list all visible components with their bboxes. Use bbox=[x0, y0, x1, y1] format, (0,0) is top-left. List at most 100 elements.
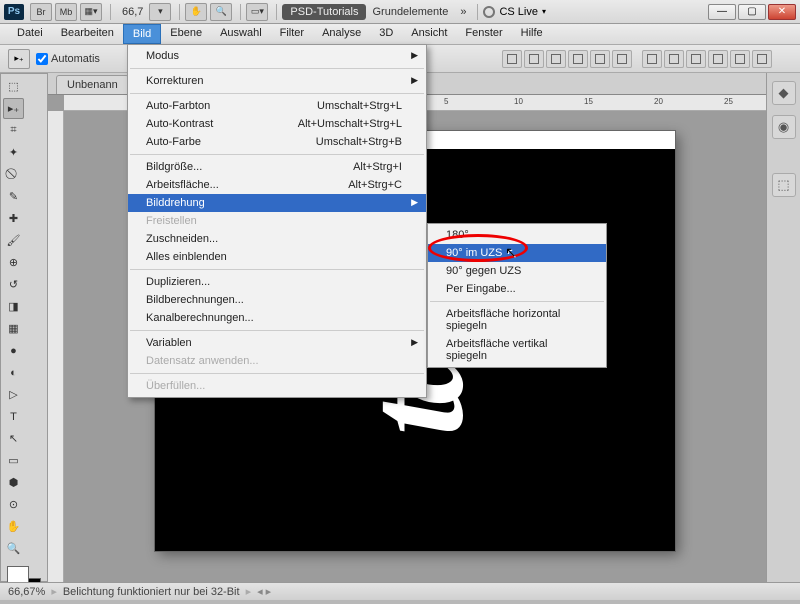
screen-mode-btn[interactable]: ▭▾ bbox=[246, 3, 268, 21]
toolbox: ⬚ ▸₊ ⌗ ✦ ⃠ ✎ ✚ 🖌 ⊕ ↺ ◨ ▦ ● ◐ ▷ T ↖ ▭ ⬢ ⊙… bbox=[0, 73, 48, 582]
eyedropper-tool[interactable]: ✎ bbox=[3, 186, 24, 207]
blur-tool[interactable]: ● bbox=[3, 340, 24, 361]
title-bar: Ps Br Mb ▦▾ 66,7 ▾ ✋ 🔍 ▭▾ PSD-Tutorials … bbox=[0, 0, 800, 24]
bilddrehung-item[interactable]: 90° gegen UZS bbox=[428, 262, 606, 280]
bild-menu-item[interactable]: Kanalberechnungen... bbox=[128, 309, 426, 327]
3d-cam-tool[interactable]: ⊙ bbox=[3, 494, 24, 515]
tool-preset[interactable]: ▸₊ bbox=[8, 49, 30, 69]
bilddrehung-item[interactable]: Arbeitsfläche horizontal spiegeln bbox=[428, 305, 606, 335]
minibridge-btn[interactable]: Mb bbox=[55, 3, 77, 21]
align-btn[interactable] bbox=[524, 50, 544, 68]
align-btn[interactable] bbox=[502, 50, 522, 68]
zoom-btn[interactable]: 🔍 bbox=[210, 3, 232, 21]
menu-analyse[interactable]: Analyse bbox=[313, 24, 370, 44]
menu-auswahl[interactable]: Auswahl bbox=[211, 24, 271, 44]
bild-menu-item[interactable]: Bildgröße...Alt+Strg+I bbox=[128, 158, 426, 176]
align-btn[interactable] bbox=[664, 50, 684, 68]
align-btn[interactable] bbox=[546, 50, 566, 68]
brush-tool[interactable]: 🖌 bbox=[3, 230, 24, 251]
align-btn[interactable] bbox=[708, 50, 728, 68]
bild-menu-item[interactable]: Arbeitsfläche...Alt+Strg+C bbox=[128, 176, 426, 194]
bild-menu-item: Datensatz anwenden... bbox=[128, 352, 426, 370]
zoom-level[interactable]: 66,7 bbox=[116, 6, 149, 18]
bild-menu-dropdown: Modus▶ Korrekturen▶ Auto-FarbtonUmschalt+S… bbox=[127, 44, 427, 398]
crop-tool[interactable]: ⃠ bbox=[3, 164, 24, 185]
eraser-tool[interactable]: ◨ bbox=[3, 296, 24, 317]
status-info: Belichtung funktioniert nur bei 32-Bit bbox=[63, 586, 240, 598]
menu-filter[interactable]: Filter bbox=[271, 24, 313, 44]
workspace-tab-1[interactable]: PSD-Tutorials bbox=[282, 4, 366, 20]
align-btn[interactable] bbox=[730, 50, 750, 68]
lasso-tool[interactable]: ⌗ bbox=[3, 120, 24, 141]
close-button[interactable]: ✕ bbox=[768, 4, 796, 20]
menu-ansicht[interactable]: Ansicht bbox=[402, 24, 456, 44]
stamp-tool[interactable]: ⊕ bbox=[3, 252, 24, 273]
align-btn[interactable] bbox=[642, 50, 662, 68]
path-tool[interactable]: ↖ bbox=[3, 428, 24, 449]
ruler-vertical bbox=[48, 111, 64, 582]
more-workspaces[interactable]: » bbox=[454, 6, 472, 18]
dodge-tool[interactable]: ◐ bbox=[3, 362, 24, 383]
app-icon: Ps bbox=[4, 4, 24, 20]
bild-menu-item: Überfüllen... bbox=[128, 377, 426, 395]
bild-menu-item[interactable]: Auto-FarbtonUmschalt+Strg+L bbox=[128, 97, 426, 115]
bild-menu-item[interactable]: Bildberechnungen... bbox=[128, 291, 426, 309]
align-group bbox=[502, 50, 772, 68]
menu-ebene[interactable]: Ebene bbox=[161, 24, 211, 44]
menu-fenster[interactable]: Fenster bbox=[456, 24, 511, 44]
status-zoom[interactable]: 66,67% bbox=[8, 586, 45, 598]
3d-tool[interactable]: ⬢ bbox=[3, 472, 24, 493]
zoom-dd[interactable]: ▾ bbox=[149, 3, 171, 21]
bild-menu-item[interactable]: Auto-FarbeUmschalt+Strg+B bbox=[128, 133, 426, 151]
hand-btn[interactable]: ✋ bbox=[185, 3, 207, 21]
workspace-tab-2[interactable]: Grundelemente bbox=[366, 6, 454, 18]
zoom-tool[interactable]: 🔍 bbox=[3, 538, 24, 559]
menu-datei[interactable]: Datei bbox=[8, 24, 52, 44]
bilddrehung-item[interactable]: Arbeitsfläche vertikal spiegeln bbox=[428, 335, 606, 365]
auto-select-check[interactable]: Automatis bbox=[36, 53, 100, 65]
hand-tool[interactable]: ✋ bbox=[3, 516, 24, 537]
align-btn[interactable] bbox=[568, 50, 588, 68]
menu-3d[interactable]: 3D bbox=[370, 24, 402, 44]
bild-menu-item[interactable]: Auto-KontrastAlt+Umschalt+Strg+L bbox=[128, 115, 426, 133]
heal-tool[interactable]: ✚ bbox=[3, 208, 24, 229]
bild-menu-item[interactable]: Duplizieren... bbox=[128, 273, 426, 291]
adjustments-panel-icon[interactable]: ◉ bbox=[772, 115, 796, 139]
shape-tool[interactable]: ▭ bbox=[3, 450, 24, 471]
pen-tool[interactable]: ▷ bbox=[3, 384, 24, 405]
bild-menu-item[interactable]: Alles einblenden bbox=[128, 248, 426, 266]
cs-live[interactable]: CS Live▾ bbox=[483, 6, 546, 18]
menu-bearbeiten[interactable]: Bearbeiten bbox=[52, 24, 123, 44]
bild-menu-item[interactable]: Bilddrehung▶ bbox=[128, 194, 426, 212]
menu-bar: DateiBearbeitenBildEbeneAuswahlFilterAna… bbox=[0, 24, 800, 45]
gradient-tool[interactable]: ▦ bbox=[3, 318, 24, 339]
align-btn[interactable] bbox=[686, 50, 706, 68]
layers-panel-icon[interactable]: ◆ bbox=[772, 81, 796, 105]
type-tool[interactable]: T bbox=[3, 406, 24, 427]
minimize-button[interactable]: — bbox=[708, 4, 736, 20]
bilddrehung-item[interactable]: 180° bbox=[428, 226, 606, 244]
status-bar: 66,67% ▸ Belichtung funktioniert nur bei… bbox=[0, 582, 800, 600]
paths-panel-icon[interactable]: ⬚ bbox=[772, 173, 796, 197]
maximize-button[interactable]: ▢ bbox=[738, 4, 766, 20]
arrange-btn[interactable]: ▦▾ bbox=[80, 3, 102, 21]
move-tool[interactable]: ▸₊ bbox=[3, 98, 24, 119]
align-btn[interactable] bbox=[752, 50, 772, 68]
document-tab[interactable]: Unbenann bbox=[56, 75, 129, 94]
bilddrehung-item[interactable]: 90° im UZS bbox=[428, 244, 606, 262]
bild-menu-item[interactable]: Zuschneiden... bbox=[128, 230, 426, 248]
align-btn[interactable] bbox=[612, 50, 632, 68]
panel-dock: ◆ ◉ ⬚ bbox=[766, 73, 800, 582]
bild-menu-item[interactable]: Modus▶ bbox=[128, 47, 426, 65]
bild-menu-item[interactable]: Korrekturen▶ bbox=[128, 72, 426, 90]
menu-hilfe[interactable]: Hilfe bbox=[512, 24, 552, 44]
wand-tool[interactable]: ✦ bbox=[3, 142, 24, 163]
align-btn[interactable] bbox=[590, 50, 610, 68]
bilddrehung-submenu: 180°90° im UZS90° gegen UZSPer Eingabe..… bbox=[427, 223, 607, 368]
marquee-tool[interactable]: ⬚ bbox=[3, 76, 24, 97]
history-tool[interactable]: ↺ bbox=[3, 274, 24, 295]
bridge-btn[interactable]: Br bbox=[30, 3, 52, 21]
menu-bild[interactable]: Bild bbox=[123, 24, 161, 44]
bilddrehung-item[interactable]: Per Eingabe... bbox=[428, 280, 606, 298]
bild-menu-item[interactable]: Variablen▶ bbox=[128, 334, 426, 352]
